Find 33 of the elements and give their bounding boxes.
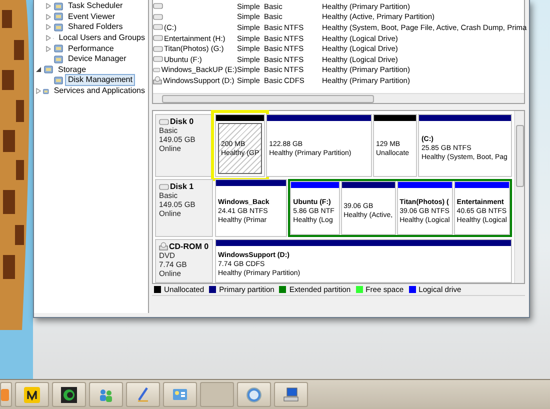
people-icon[interactable] <box>98 386 114 403</box>
drive-icon <box>159 184 169 190</box>
expand-arrow-icon[interactable] <box>36 88 41 94</box>
app-icon[interactable] <box>1 386 11 403</box>
tree-item[interactable]: Performance <box>65 42 117 55</box>
tree-item[interactable]: Task Scheduler <box>65 0 126 12</box>
computer-icon[interactable] <box>283 386 299 403</box>
taskbar-button[interactable] <box>52 382 86 408</box>
tree-item[interactable]: Device Manager <box>65 53 130 66</box>
collapse-arrow-icon[interactable] <box>36 67 41 72</box>
disk-name: Disk 0 <box>159 117 209 126</box>
control-panel-icon[interactable] <box>172 386 188 403</box>
tree-item[interactable]: Storage <box>55 64 90 76</box>
disk-name: CD-ROM 0 <box>159 242 209 251</box>
tree-item[interactable]: Event Viewer <box>65 10 118 23</box>
disk-name: Disk 1 <box>159 182 209 191</box>
vertical-scrollbar[interactable] <box>514 111 524 283</box>
taskbar-slot[interactable] <box>200 382 234 408</box>
horizontal-scrollbar[interactable] <box>153 93 524 103</box>
tree-item[interactable]: Disk Management <box>65 74 136 86</box>
expand-arrow-icon[interactable] <box>46 3 51 10</box>
tree-item[interactable]: Services and Applications <box>50 85 148 98</box>
expand-arrow-icon[interactable] <box>46 35 51 42</box>
expand-arrow-icon[interactable] <box>46 14 51 20</box>
cd-drive-icon <box>153 76 162 85</box>
expand-arrow-icon[interactable] <box>46 24 51 30</box>
drive-icon <box>159 118 169 124</box>
cd-drive-icon <box>159 242 168 251</box>
expand-arrow-icon[interactable] <box>46 46 51 52</box>
taskbar-button[interactable] <box>15 382 49 408</box>
pen-icon[interactable] <box>135 386 151 403</box>
tree-item[interactable]: Local Users and Groups <box>56 32 148 44</box>
tree-item[interactable]: Shared Folders <box>65 21 126 34</box>
